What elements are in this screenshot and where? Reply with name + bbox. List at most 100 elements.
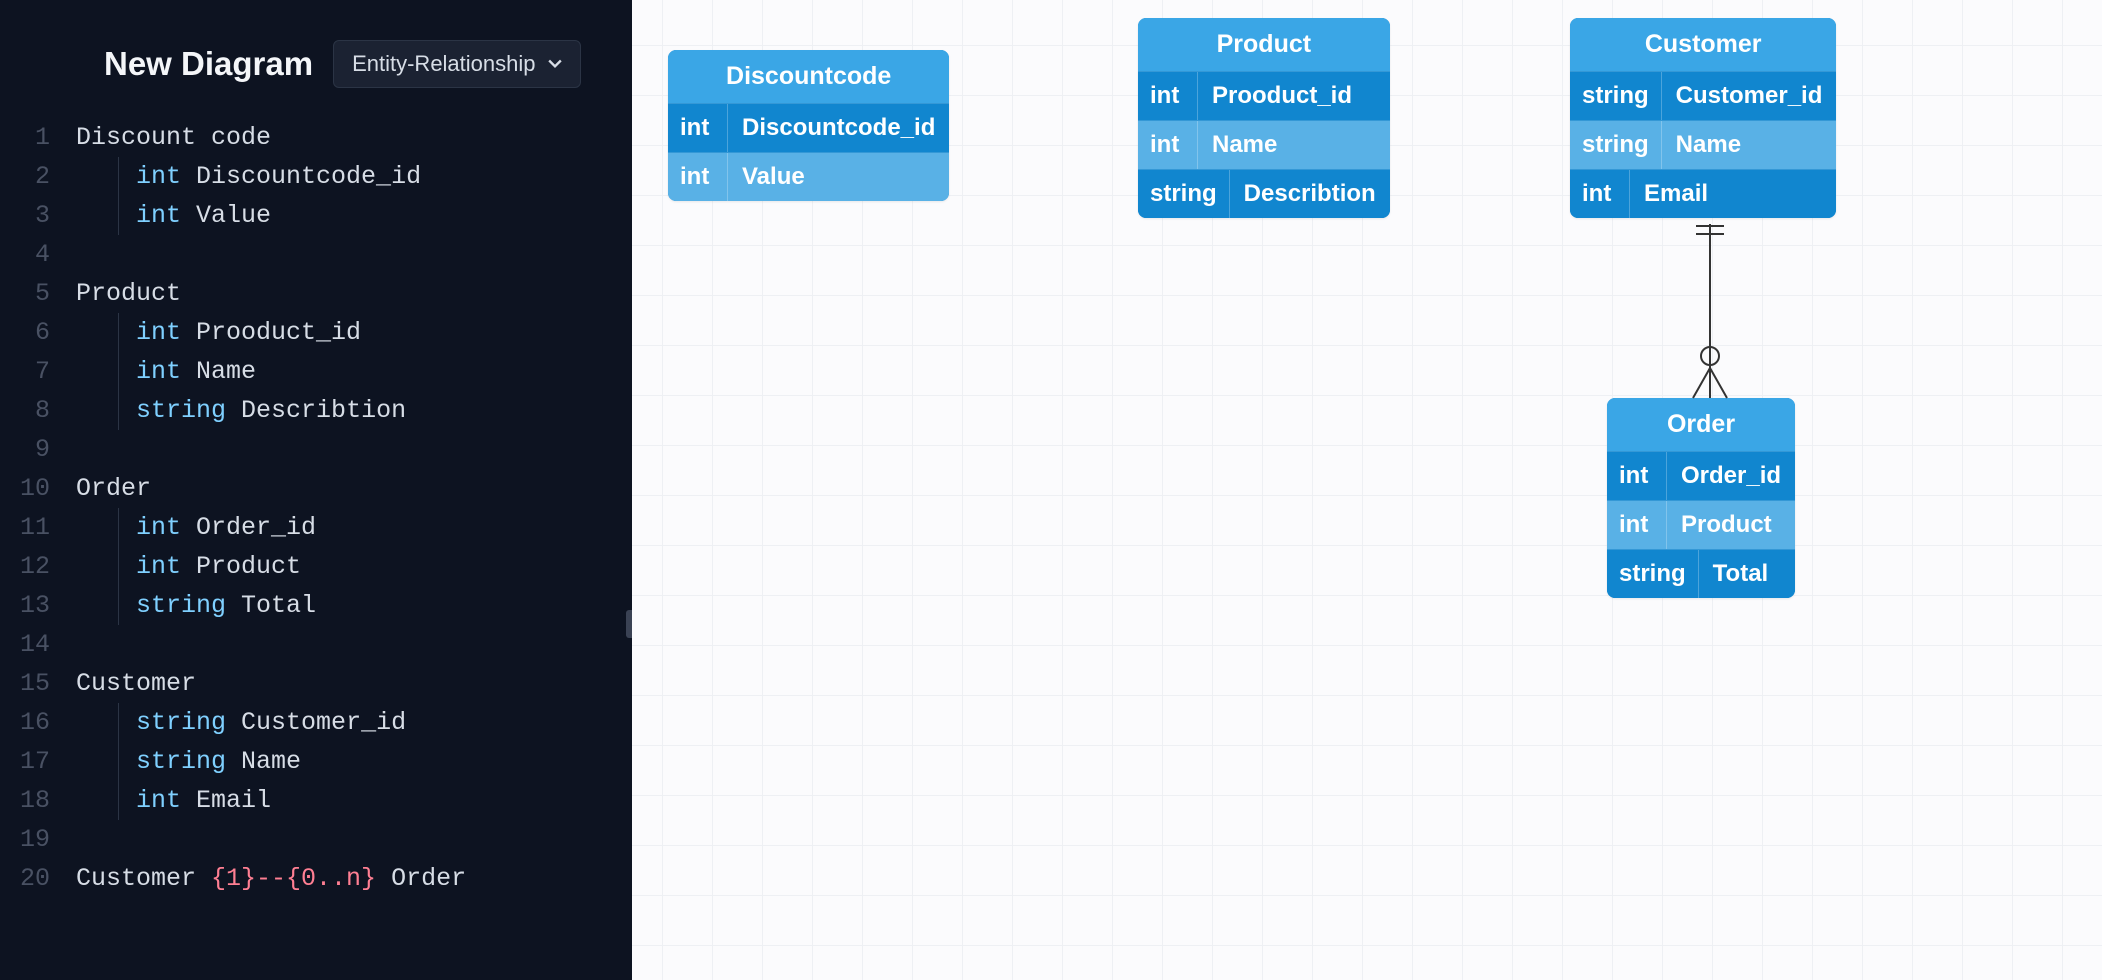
attribute-type: string bbox=[1570, 121, 1662, 169]
code-content: Order bbox=[76, 469, 151, 508]
line-number: 16 bbox=[20, 703, 76, 742]
attribute-name: Prooduct_id bbox=[1198, 72, 1390, 120]
code-line[interactable]: 5Product bbox=[20, 274, 632, 313]
attribute-row[interactable]: stringDescribtion bbox=[1138, 169, 1390, 218]
attribute-row[interactable]: stringName bbox=[1570, 120, 1836, 169]
code-line[interactable]: 15Customer bbox=[20, 664, 632, 703]
attribute-row[interactable]: intValue bbox=[668, 152, 949, 201]
attribute-name: Total bbox=[1699, 550, 1795, 598]
attribute-type: int bbox=[668, 104, 728, 152]
code-content: int Order_id bbox=[76, 508, 316, 547]
attribute-name: Value bbox=[728, 153, 949, 201]
code-content: int Name bbox=[76, 352, 256, 391]
line-number: 9 bbox=[20, 430, 76, 469]
attribute-type: int bbox=[1138, 121, 1198, 169]
line-number: 1 bbox=[20, 118, 76, 157]
code-line[interactable]: 17 string Name bbox=[20, 742, 632, 781]
attribute-type: string bbox=[1570, 72, 1662, 120]
code-content: int Prooduct_id bbox=[76, 313, 361, 352]
code-line[interactable]: 18 int Email bbox=[20, 781, 632, 820]
attribute-name: Product bbox=[1667, 501, 1795, 549]
line-number: 2 bbox=[20, 157, 76, 196]
code-line[interactable]: 2 int Discountcode_id bbox=[20, 157, 632, 196]
entity-product[interactable]: ProductintProoduct_idintNamestringDescri… bbox=[1138, 18, 1390, 218]
attribute-name: Email bbox=[1630, 170, 1836, 218]
code-line[interactable]: 1Discount code bbox=[20, 118, 632, 157]
entity-title: Discountcode bbox=[668, 50, 949, 103]
entity-customer[interactable]: CustomerstringCustomer_idstringNameintEm… bbox=[1570, 18, 1836, 218]
code-line[interactable]: 20Customer {1}--{0..n} Order bbox=[20, 859, 632, 898]
code-content: int Discountcode_id bbox=[76, 157, 421, 196]
line-number: 20 bbox=[20, 859, 76, 898]
code-line[interactable]: 9 bbox=[20, 430, 632, 469]
attribute-row[interactable]: stringCustomer_id bbox=[1570, 71, 1836, 120]
code-line[interactable]: 13 string Total bbox=[20, 586, 632, 625]
code-content: Discount code bbox=[76, 118, 271, 157]
code-content: int Product bbox=[76, 547, 301, 586]
entity-order[interactable]: OrderintOrder_idintProductstringTotal bbox=[1607, 398, 1795, 598]
attribute-row[interactable]: intName bbox=[1138, 120, 1390, 169]
code-content: string Total bbox=[76, 586, 316, 625]
attribute-row[interactable]: intProoduct_id bbox=[1138, 71, 1390, 120]
attribute-name: Order_id bbox=[1667, 452, 1795, 500]
attribute-type: string bbox=[1607, 550, 1699, 598]
attribute-row[interactable]: intEmail bbox=[1570, 169, 1836, 218]
line-number: 4 bbox=[20, 235, 76, 274]
attribute-name: Discountcode_id bbox=[728, 104, 949, 152]
entity-discountcode[interactable]: DiscountcodeintDiscountcode_idintValue bbox=[668, 50, 949, 201]
line-number: 3 bbox=[20, 196, 76, 235]
attribute-name: Name bbox=[1662, 121, 1837, 169]
line-number: 11 bbox=[20, 508, 76, 547]
attribute-type: int bbox=[1138, 72, 1198, 120]
code-editor[interactable]: 1Discount code2 int Discountcode_id3 int… bbox=[0, 118, 632, 980]
code-content: Product bbox=[76, 274, 181, 313]
code-content: int Value bbox=[76, 196, 271, 235]
line-number: 15 bbox=[20, 664, 76, 703]
code-line[interactable]: 7 int Name bbox=[20, 352, 632, 391]
line-number: 19 bbox=[20, 820, 76, 859]
attribute-type: int bbox=[1570, 170, 1630, 218]
code-content: string Name bbox=[76, 742, 301, 781]
source-panel: New Diagram Entity-Relationship 1Discoun… bbox=[0, 0, 632, 980]
code-line[interactable]: 14 bbox=[20, 625, 632, 664]
line-number: 10 bbox=[20, 469, 76, 508]
code-line[interactable]: 12 int Product bbox=[20, 547, 632, 586]
attribute-type: int bbox=[668, 153, 728, 201]
code-content: int Email bbox=[76, 781, 271, 820]
line-number: 12 bbox=[20, 547, 76, 586]
code-line[interactable]: 6 int Prooduct_id bbox=[20, 313, 632, 352]
code-line[interactable]: 19 bbox=[20, 820, 632, 859]
code-line[interactable]: 10Order bbox=[20, 469, 632, 508]
code-line[interactable]: 8 string Describtion bbox=[20, 391, 632, 430]
line-number: 14 bbox=[20, 625, 76, 664]
chevron-down-icon bbox=[548, 59, 562, 69]
code-content: Customer {1}--{0..n} Order bbox=[76, 859, 466, 898]
relationship-connector bbox=[1680, 218, 1740, 398]
entity-title: Product bbox=[1138, 18, 1390, 71]
code-line[interactable]: 4 bbox=[20, 235, 632, 274]
diagram-title[interactable]: New Diagram bbox=[104, 45, 313, 83]
code-line[interactable]: 11 int Order_id bbox=[20, 508, 632, 547]
line-number: 18 bbox=[20, 781, 76, 820]
attribute-type: int bbox=[1607, 452, 1667, 500]
attribute-row[interactable]: stringTotal bbox=[1607, 549, 1795, 598]
attribute-row[interactable]: intDiscountcode_id bbox=[668, 103, 949, 152]
line-number: 6 bbox=[20, 313, 76, 352]
attribute-row[interactable]: intProduct bbox=[1607, 500, 1795, 549]
attribute-name: Name bbox=[1198, 121, 1390, 169]
code-line[interactable]: 3 int Value bbox=[20, 196, 632, 235]
code-content: Customer bbox=[76, 664, 196, 703]
attribute-type: string bbox=[1138, 170, 1230, 218]
line-number: 13 bbox=[20, 586, 76, 625]
line-number: 7 bbox=[20, 352, 76, 391]
diagram-canvas[interactable]: DiscountcodeintDiscountcode_idintValuePr… bbox=[632, 0, 2102, 980]
attribute-name: Customer_id bbox=[1662, 72, 1837, 120]
entity-title: Order bbox=[1607, 398, 1795, 451]
attribute-name: Describtion bbox=[1230, 170, 1390, 218]
attribute-row[interactable]: intOrder_id bbox=[1607, 451, 1795, 500]
diagram-type-select[interactable]: Entity-Relationship bbox=[333, 40, 580, 88]
line-number: 8 bbox=[20, 391, 76, 430]
code-line[interactable]: 16 string Customer_id bbox=[20, 703, 632, 742]
diagram-type-label: Entity-Relationship bbox=[352, 51, 535, 77]
code-content: string Customer_id bbox=[76, 703, 406, 742]
